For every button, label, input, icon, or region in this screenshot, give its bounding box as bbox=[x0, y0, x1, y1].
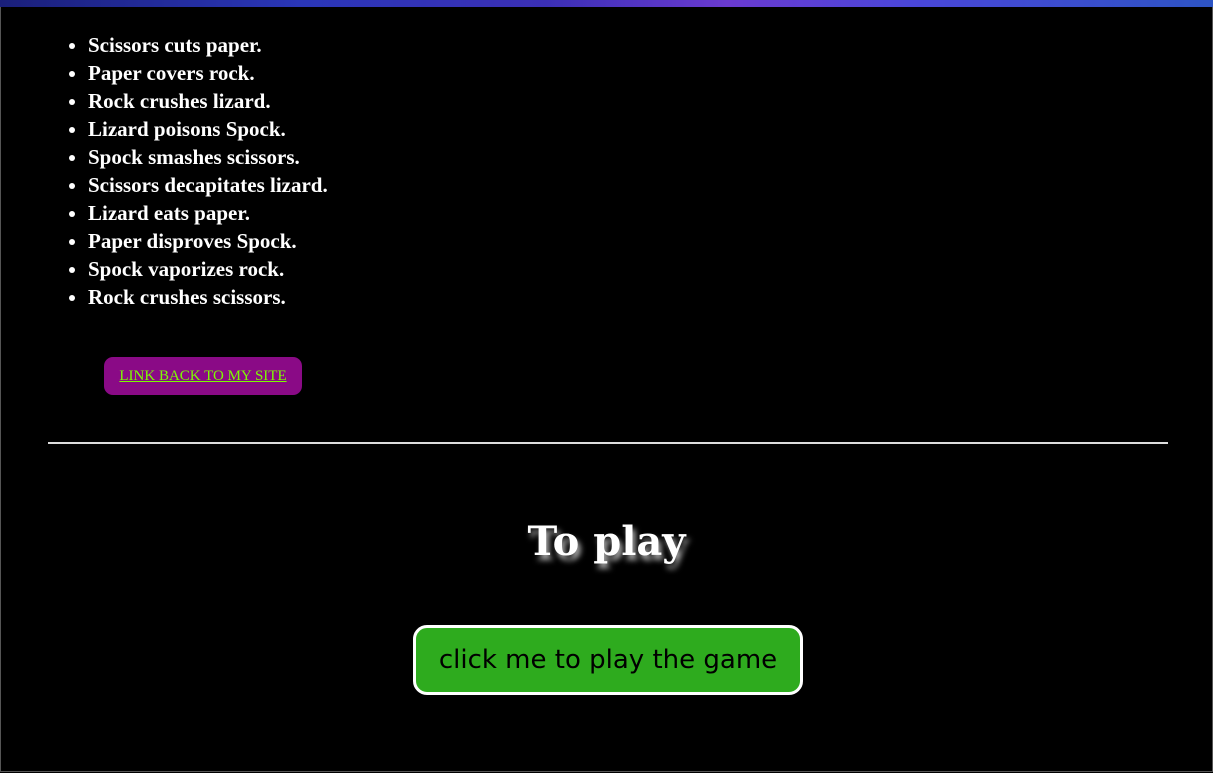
rule-item: Spock smashes scissors. bbox=[88, 143, 328, 171]
rule-item: Lizard eats paper. bbox=[88, 199, 328, 227]
link-back-link[interactable]: LINK BACK TO MY SITE bbox=[119, 368, 286, 385]
to-play-heading: To play bbox=[527, 518, 686, 565]
play-game-button[interactable]: click me to play the game bbox=[413, 625, 803, 695]
rule-item: Scissors decapitates lizard. bbox=[88, 171, 328, 199]
rule-item: Lizard poisons Spock. bbox=[88, 115, 328, 143]
rule-item: Scissors cuts paper. bbox=[88, 31, 328, 59]
rule-item: Paper covers rock. bbox=[88, 59, 328, 87]
top-banner-image bbox=[0, 0, 1213, 7]
rule-item: Rock crushes lizard. bbox=[88, 87, 328, 115]
link-back-button[interactable]: LINK BACK TO MY SITE bbox=[104, 357, 302, 395]
rule-item: Paper disproves Spock. bbox=[88, 227, 328, 255]
section-divider bbox=[48, 442, 1168, 444]
rule-item: Spock vaporizes rock. bbox=[88, 255, 328, 283]
rules-list: Scissors cuts paper. Paper covers rock. … bbox=[48, 31, 328, 311]
rule-item: Rock crushes scissors. bbox=[88, 283, 328, 311]
